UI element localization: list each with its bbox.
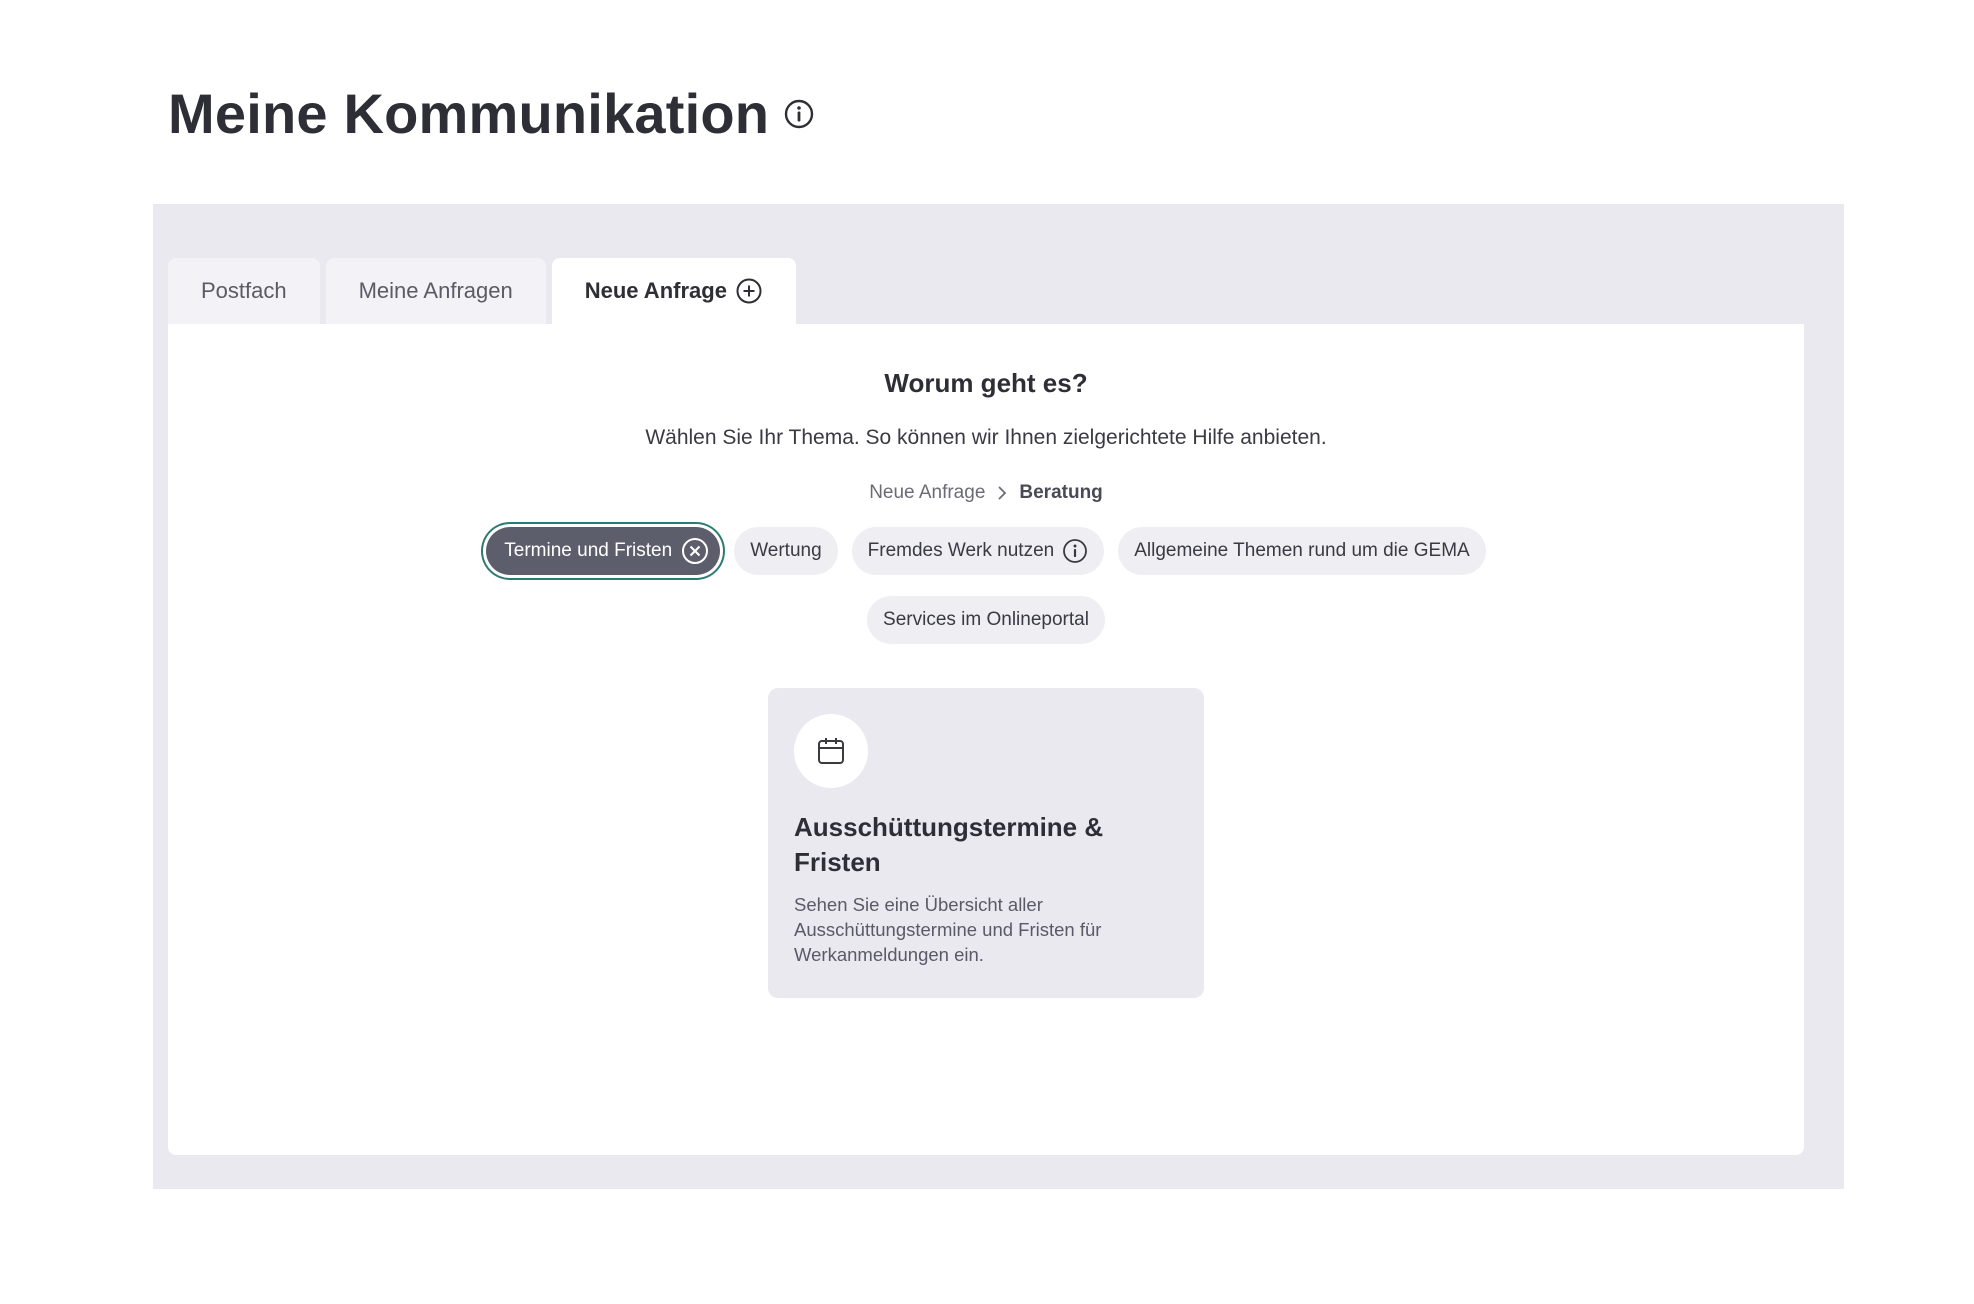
- page-header: Meine Kommunikation: [168, 78, 815, 150]
- tab-label: Neue Anfrage: [584, 278, 727, 303]
- chip-label: Allgemeine Themen rund um die GEMA: [1134, 540, 1470, 561]
- topic-chips: Termine und Fristen Wertung Fremdes Werk…: [168, 527, 1804, 575]
- section-subtext: Wählen Sie Ihr Thema. So können wir Ihne…: [645, 426, 1327, 449]
- topic-card-ausschuettungstermine[interactable]: Ausschüttungstermine & Fristen Sehen Sie…: [768, 688, 1204, 998]
- chip-label: Termine und Fristen: [504, 540, 673, 561]
- topic-chips-row-2: Services im Onlineportal: [168, 596, 1804, 644]
- chip-fremdes-werk-nutzen[interactable]: Fremdes Werk nutzen: [851, 527, 1105, 575]
- info-icon[interactable]: [1062, 538, 1088, 564]
- breadcrumb-current: Beratung: [1019, 482, 1103, 503]
- tab-meine-anfragen[interactable]: Meine Anfragen: [325, 258, 546, 324]
- calendar-icon: [816, 736, 846, 766]
- breadcrumb-parent[interactable]: Neue Anfrage: [869, 482, 985, 504]
- page-title: Meine Kommunikation: [168, 82, 770, 145]
- chip-termine-und-fristen[interactable]: Termine und Fristen: [486, 527, 721, 575]
- chip-label: Wertung: [750, 540, 822, 561]
- plus-circle-icon: [735, 277, 763, 305]
- chip-label: Services im Onlineportal: [883, 609, 1089, 630]
- section-heading: Worum geht es?: [884, 368, 1088, 398]
- topic-card-description: Sehen Sie eine Übersicht aller Ausschütt…: [794, 894, 1102, 965]
- tab-label: Meine Anfragen: [358, 278, 513, 303]
- tab-bar: Postfach Meine Anfragen Neue Anfrage: [168, 258, 796, 324]
- tab-label: Postfach: [201, 278, 287, 303]
- topic-card-title: Ausschüttungstermine & Fristen: [794, 812, 1104, 877]
- chevron-right-icon: [995, 484, 1009, 502]
- chip-label: Fremdes Werk nutzen: [867, 540, 1055, 561]
- chip-services-im-onlineportal[interactable]: Services im Onlineportal: [867, 596, 1105, 644]
- topic-icon-wrapper: [794, 714, 868, 788]
- breadcrumb: Neue Anfrage Beratung: [168, 482, 1804, 504]
- chip-wertung[interactable]: Wertung: [734, 527, 838, 575]
- info-icon[interactable]: [783, 98, 815, 130]
- close-circle-icon[interactable]: [680, 536, 710, 566]
- tab-postfach[interactable]: Postfach: [168, 258, 320, 324]
- chip-allgemeine-themen[interactable]: Allgemeine Themen rund um die GEMA: [1118, 527, 1486, 575]
- new-request-content: Worum geht es? Wählen Sie Ihr Thema. So …: [168, 324, 1804, 1155]
- tab-neue-anfrage[interactable]: Neue Anfrage: [551, 258, 796, 324]
